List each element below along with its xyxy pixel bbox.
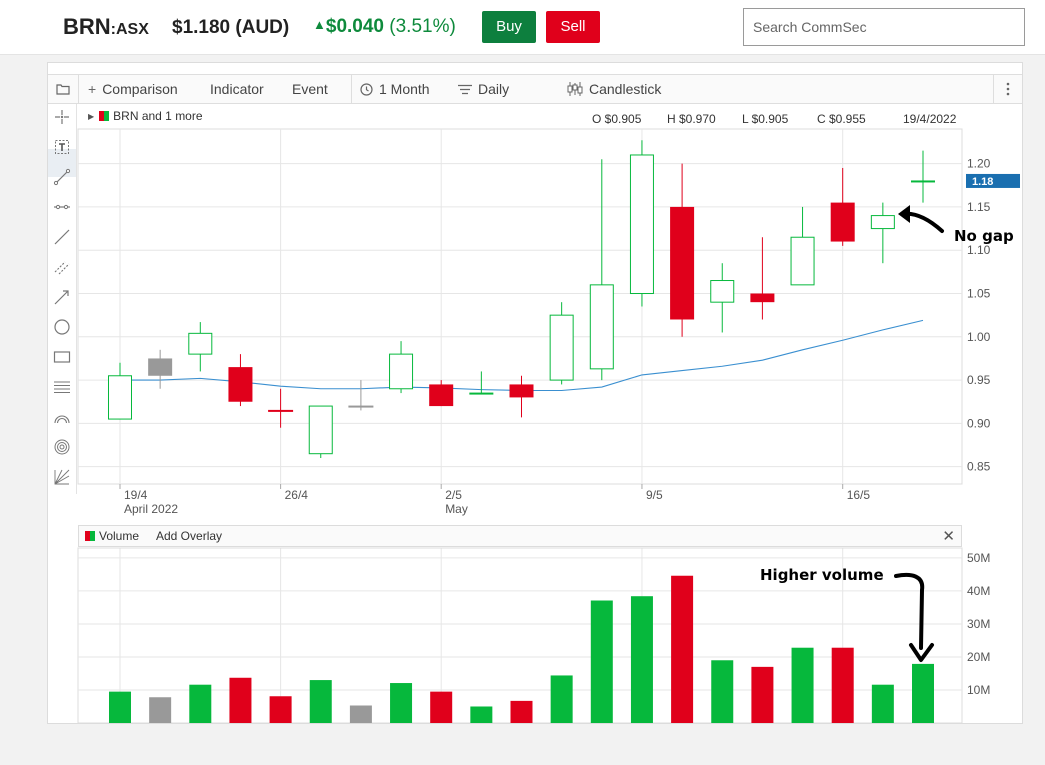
volume-bar bbox=[831, 647, 854, 723]
candle-body-up bbox=[589, 284, 614, 370]
candle-body-up bbox=[911, 180, 935, 183]
up-triangle-icon: ▲ bbox=[313, 17, 326, 32]
symbol-text: BRN bbox=[63, 14, 111, 39]
candle-body-up bbox=[710, 280, 735, 303]
candle-body-down bbox=[830, 202, 855, 242]
price-tick-label: 1.00 bbox=[967, 330, 991, 344]
chart-panel: + Comparison Indicator Event 1 Month Dail… bbox=[47, 62, 1023, 724]
candle-body-down bbox=[509, 384, 534, 398]
volume-bar bbox=[430, 691, 453, 723]
candle-body-up bbox=[549, 314, 574, 381]
sell-button[interactable]: Sell bbox=[546, 11, 600, 43]
price-tick-label: 1.20 bbox=[967, 157, 991, 171]
price-tick-label: 1.15 bbox=[967, 200, 991, 214]
exchange-text: :ASX bbox=[110, 21, 149, 38]
date-tick-label: 9/5 bbox=[646, 488, 663, 502]
volume-bar bbox=[711, 660, 734, 723]
volume-bar bbox=[871, 684, 894, 723]
last-price: $1.180 (AUD) bbox=[172, 17, 290, 38]
volume-bar bbox=[149, 697, 172, 723]
volume-legend: Volume bbox=[85, 529, 139, 543]
candle-body-down bbox=[268, 409, 294, 412]
price-plot-area bbox=[77, 128, 963, 485]
date-tick-label: 19/4 bbox=[124, 488, 148, 502]
volume-panel-header: Volume Add Overlay ✕ bbox=[78, 525, 962, 547]
volume-bar bbox=[671, 575, 694, 723]
price-volume-chart[interactable]: 1.20 1.15 1.10 1.05 1.00 0.95 0.90 0.85 19/4Apri… bbox=[48, 63, 1024, 725]
volume-bar bbox=[309, 680, 332, 723]
volume-bar bbox=[791, 647, 814, 723]
volume-bar bbox=[630, 596, 653, 723]
candle-body-down bbox=[670, 206, 695, 320]
volume-title: Volume bbox=[99, 529, 140, 543]
candle-body-flat bbox=[348, 405, 374, 408]
volume-tick-label: 20M bbox=[967, 650, 990, 664]
candle-body-up bbox=[108, 375, 132, 420]
search-input[interactable] bbox=[743, 8, 1025, 46]
volume-bar bbox=[109, 691, 131, 723]
volume-bar bbox=[189, 684, 212, 723]
annotation-no-gap: No gap bbox=[954, 227, 1014, 245]
date-tick-label: 2/5 bbox=[445, 488, 462, 502]
date-tick-sublabel: April 2022 bbox=[124, 502, 178, 516]
buy-button[interactable]: Buy bbox=[482, 11, 536, 43]
volume-color-swatch bbox=[85, 531, 95, 541]
volume-bar bbox=[269, 696, 292, 723]
last-price-tag-label: 1.18 bbox=[972, 176, 993, 188]
candle-body-up bbox=[790, 236, 815, 286]
volume-bar bbox=[912, 663, 934, 723]
volume-tick-label: 10M bbox=[967, 683, 990, 697]
change-absolute: $0.040 bbox=[325, 16, 384, 37]
candle-body-up bbox=[870, 215, 895, 230]
date-tick-label: 16/5 bbox=[847, 488, 871, 502]
candle-body-down bbox=[750, 293, 775, 303]
candle-body-up bbox=[188, 332, 213, 355]
volume-bar bbox=[349, 705, 372, 723]
candle-body-up bbox=[389, 353, 414, 390]
volume-tick-label: 40M bbox=[967, 584, 990, 598]
ticker-symbol: BRN:ASX bbox=[63, 14, 149, 40]
candle-body-flat bbox=[148, 358, 173, 376]
close-icon[interactable]: ✕ bbox=[942, 527, 955, 545]
volume-bar bbox=[751, 666, 774, 723]
volume-bar bbox=[470, 706, 493, 723]
price-tick-label: 0.90 bbox=[967, 416, 991, 430]
price-tick-label: 1.10 bbox=[967, 243, 991, 257]
price-change: ▲$0.040 (3.51%) bbox=[313, 16, 456, 38]
price-tick-label: 0.85 bbox=[967, 460, 991, 474]
price-tick-label: 0.95 bbox=[967, 373, 991, 387]
date-tick-label: 26/4 bbox=[285, 488, 309, 502]
date-tick-sublabel: May bbox=[445, 502, 468, 516]
price-tick-label: 1.05 bbox=[967, 287, 991, 301]
annotation-higher-volume: Higher volume bbox=[760, 566, 884, 584]
change-percent: (3.51%) bbox=[389, 16, 456, 37]
quote-header: BRN:ASX $1.180 (AUD) ▲$0.040 (3.51%) Buy… bbox=[0, 0, 1045, 55]
candle-body-down bbox=[228, 367, 253, 402]
volume-bar bbox=[229, 677, 252, 723]
volume-bar bbox=[590, 600, 613, 723]
volume-tick-label: 30M bbox=[967, 617, 990, 631]
volume-bar bbox=[510, 700, 533, 723]
add-overlay-button[interactable]: Add Overlay bbox=[156, 529, 222, 543]
candle-body-up bbox=[629, 154, 654, 295]
volume-tick-label: 50M bbox=[967, 551, 990, 565]
volume-bar bbox=[550, 675, 573, 723]
volume-bar bbox=[390, 683, 413, 723]
candle-body-down bbox=[429, 384, 454, 407]
candle-body-up bbox=[308, 405, 333, 455]
candle-body-up bbox=[469, 392, 494, 395]
